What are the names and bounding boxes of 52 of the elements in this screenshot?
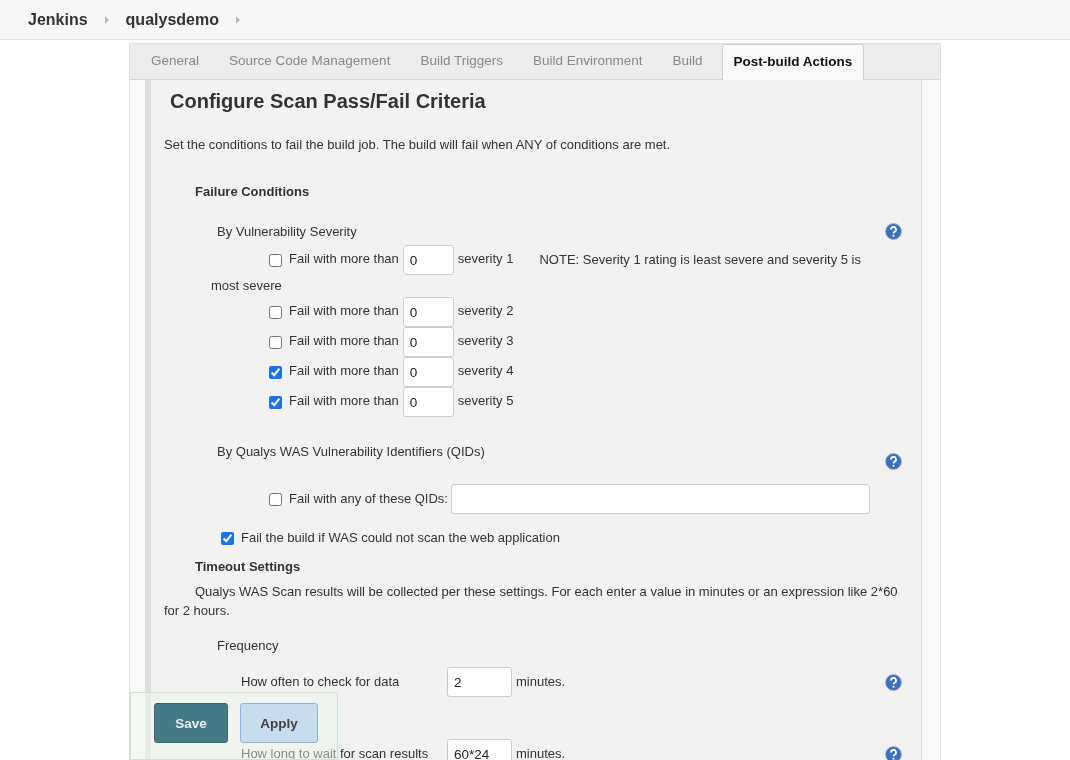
tab[interactable]: Post-build Actions bbox=[721, 44, 865, 80]
section-heading: Failure Conditions bbox=[195, 183, 311, 201]
severity-label: severity 4 bbox=[457, 363, 514, 379]
unit-label: minutes. bbox=[516, 673, 566, 691]
note-text: NOTE: Severity 1 rating is least severe and severity 5 is bbox=[539, 251, 861, 269]
checkbox-label: Fail the build if WAS could not scan the web application bbox=[241, 529, 560, 547]
group-label: By Qualys WAS Vulnerability Identifiers (QIDs) bbox=[217, 443, 485, 461]
minutes-field[interactable]: 2 bbox=[447, 667, 512, 697]
field-label: Fail with more than bbox=[289, 251, 399, 267]
checkbox[interactable] bbox=[269, 305, 282, 319]
severity-label: severity 3 bbox=[457, 333, 514, 349]
severity-label: severity 5 bbox=[457, 393, 514, 409]
help-icon[interactable] bbox=[885, 745, 902, 760]
breadcrumb-link[interactable]: Jenkins bbox=[28, 10, 88, 29]
count-field[interactable]: 0 bbox=[402, 245, 454, 275]
field-label: Fail with more than bbox=[289, 303, 399, 319]
group-label: Frequency bbox=[217, 637, 279, 655]
help-icon[interactable] bbox=[885, 673, 902, 691]
minutes-field[interactable]: 60*24 bbox=[447, 739, 512, 760]
unit-label: minutes. bbox=[516, 745, 566, 760]
checkbox[interactable] bbox=[269, 365, 282, 379]
severity-label: severity 1 bbox=[457, 251, 514, 267]
chevron-icon bbox=[234, 15, 241, 24]
section-heading: Timeout Settings bbox=[195, 558, 302, 576]
description-text: Set the conditions to fail the build job. The build will fail when ANY of conditions are met. bbox=[164, 136, 672, 154]
note-text: most severe bbox=[211, 277, 282, 295]
description-text: Qualys WAS Scan results will be collected per these settings. For each enter a value in minutes or an expression like 2*60 for 2 hours. bbox=[164, 583, 899, 620]
checkbox[interactable] bbox=[269, 253, 282, 267]
breadcrumb-link[interactable]: qualysdemo bbox=[125, 10, 219, 29]
save-button[interactable]: Save bbox=[154, 703, 228, 743]
checkbox[interactable] bbox=[269, 395, 282, 409]
field-label: Fail with more than bbox=[289, 393, 399, 409]
count-field[interactable]: 0 bbox=[402, 387, 454, 417]
help-icon[interactable] bbox=[885, 223, 902, 240]
field-label: How long to wait for scan results bbox=[241, 745, 430, 760]
field-label: How often to check for data bbox=[241, 673, 401, 691]
section-title: Configure Scan Pass/Fail Criteria bbox=[170, 90, 487, 112]
group-label: By Vulnerability Severity bbox=[217, 223, 357, 241]
apply-button[interactable]: Apply bbox=[240, 703, 318, 743]
checkbox[interactable] bbox=[269, 335, 282, 349]
count-field[interactable]: 0 bbox=[402, 357, 454, 387]
field-label: Fail with more than bbox=[289, 363, 399, 379]
field-label: Fail with any of these QIDs: bbox=[289, 490, 448, 508]
severity-label: severity 2 bbox=[457, 303, 514, 319]
checkbox[interactable] bbox=[221, 531, 234, 545]
count-field[interactable]: 0 bbox=[402, 327, 454, 357]
qid-field[interactable] bbox=[450, 484, 870, 514]
checkbox[interactable] bbox=[269, 492, 282, 506]
help-icon[interactable] bbox=[885, 453, 902, 470]
field-label: Fail with more than bbox=[289, 333, 399, 349]
chevron-icon bbox=[103, 15, 110, 24]
count-field[interactable]: 0 bbox=[402, 297, 454, 327]
